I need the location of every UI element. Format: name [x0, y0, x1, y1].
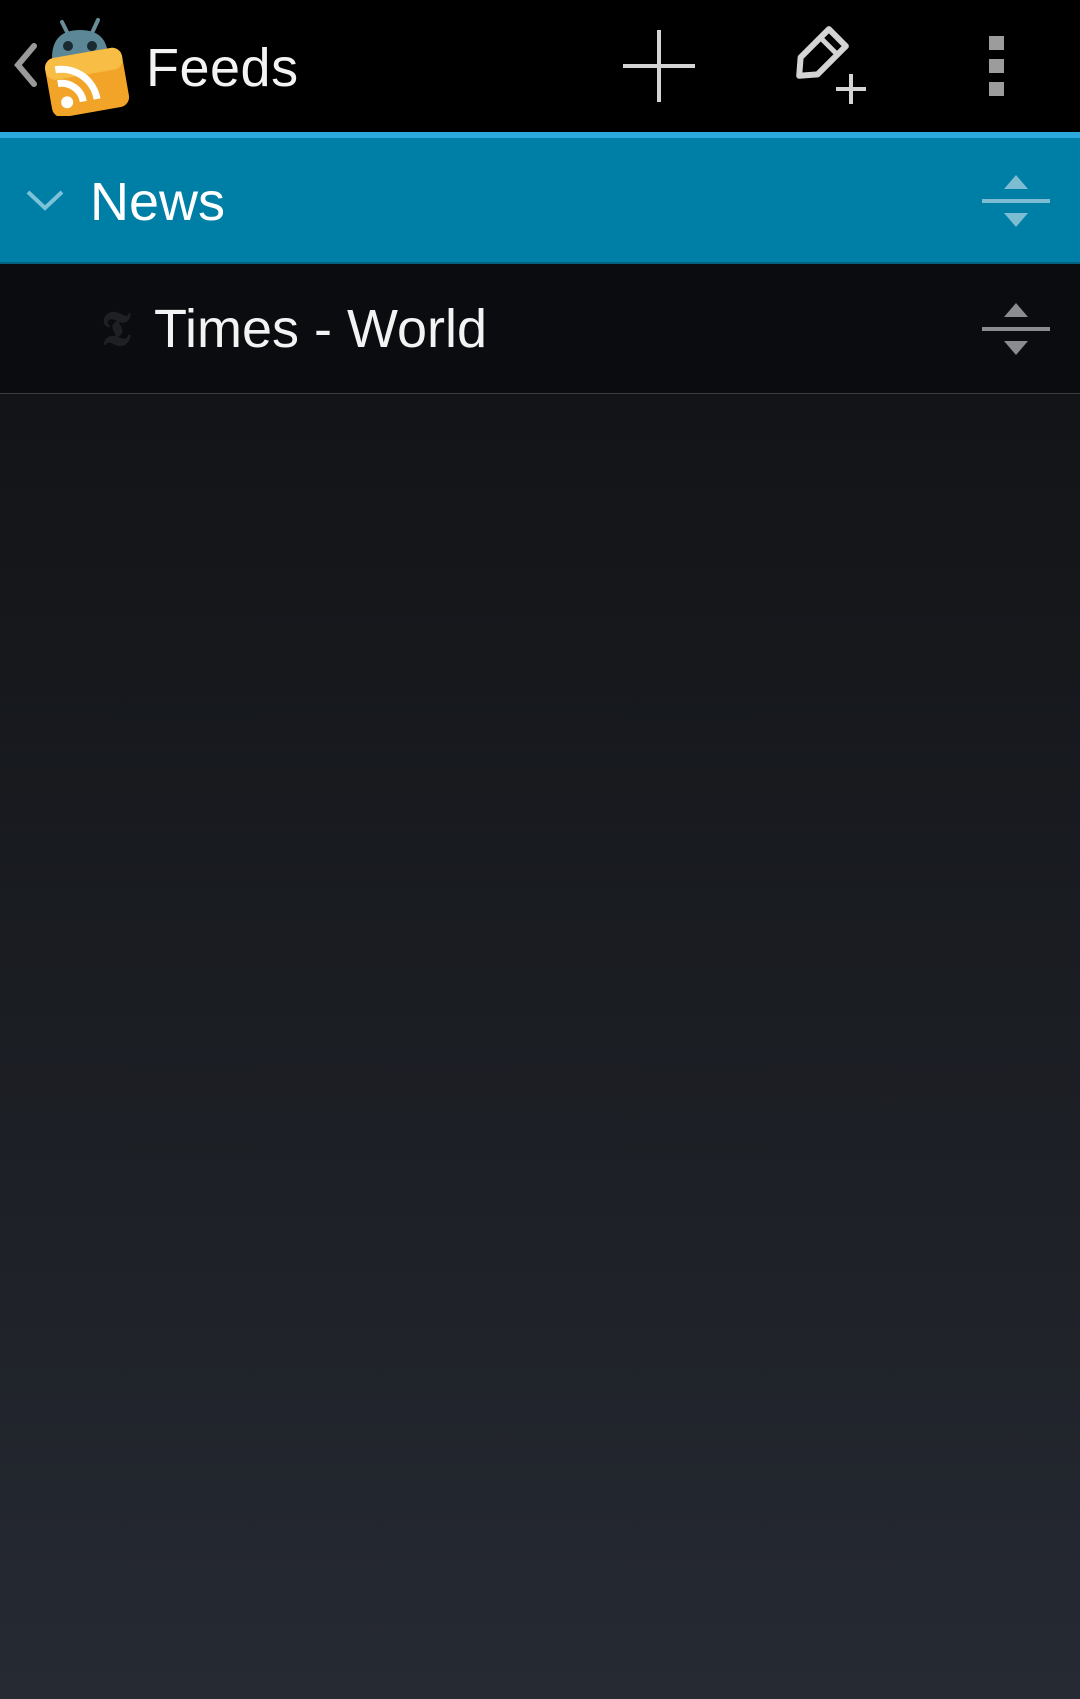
overflow-menu-button[interactable]	[922, 0, 1072, 132]
app-title: Feeds	[146, 38, 299, 98]
chevron-down-icon[interactable]	[24, 186, 66, 214]
chevron-left-icon[interactable]	[8, 40, 42, 90]
plus-icon	[623, 30, 695, 102]
pencil-plus-icon	[796, 26, 866, 104]
app-logo-icon[interactable]	[40, 16, 132, 116]
overflow-menu-icon	[989, 36, 1004, 96]
add-feed-button[interactable]	[584, 0, 734, 132]
category-row-news[interactable]: News	[0, 138, 1080, 264]
action-bar: Feeds	[0, 0, 1080, 132]
feed-label: Times - World	[154, 299, 488, 359]
add-category-button[interactable]	[754, 0, 904, 132]
feed-row-times-world[interactable]: 𝕿 Times - World	[0, 264, 1080, 394]
feed-favicon-icon: 𝕿	[101, 301, 131, 357]
drag-handle-icon[interactable]	[980, 299, 1052, 359]
drag-handle-icon[interactable]	[980, 171, 1052, 231]
category-label: News	[90, 172, 226, 232]
